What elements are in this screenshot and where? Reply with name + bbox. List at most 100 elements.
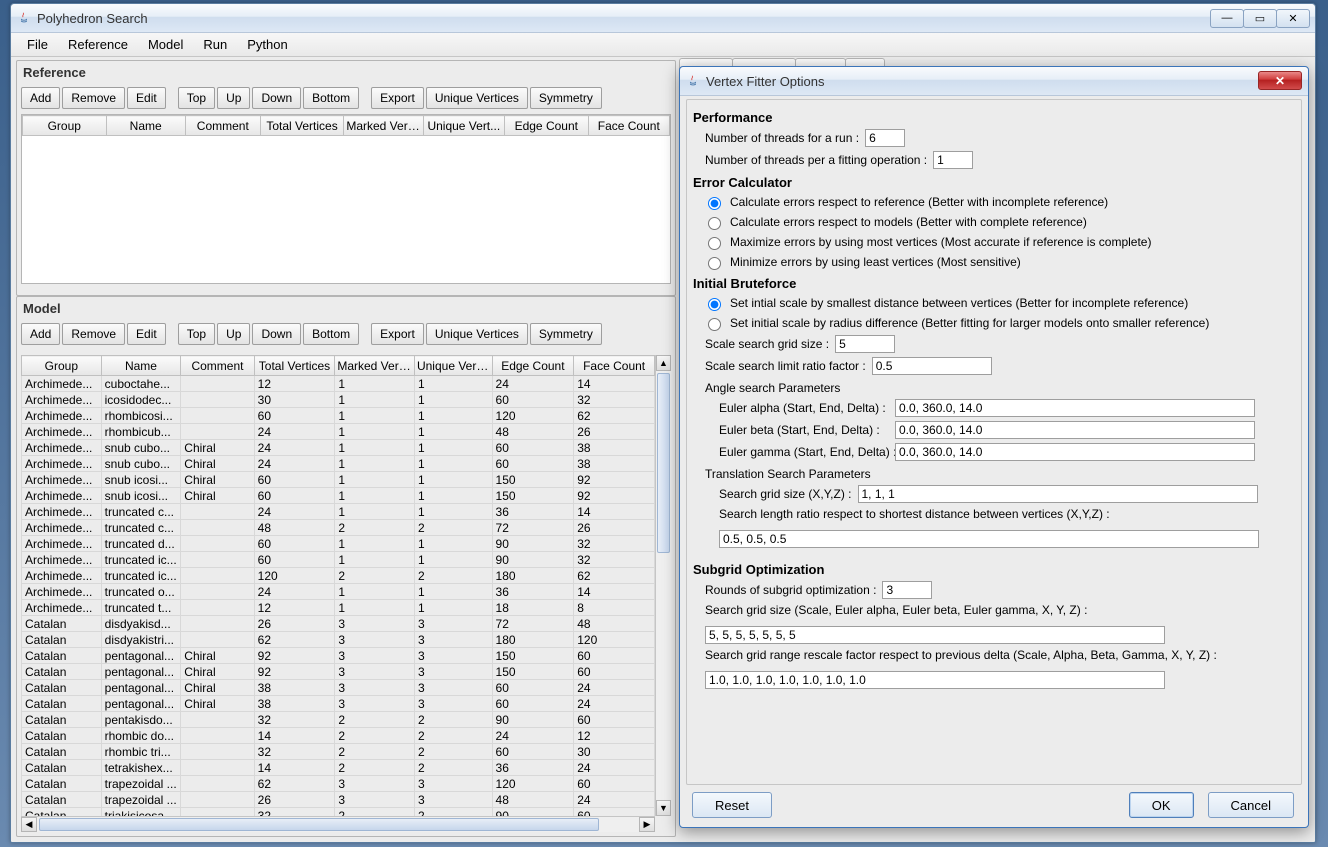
- column-header[interactable]: Total Vertices: [254, 356, 335, 376]
- euler-alpha-input[interactable]: [895, 399, 1255, 417]
- error-opt3-radio[interactable]: [708, 237, 721, 250]
- search-grid-xyz-input[interactable]: [858, 485, 1258, 503]
- table-row[interactable]: Catalanpentagonal...Chiral923315060: [22, 648, 655, 664]
- column-header[interactable]: Marked Vert...: [335, 356, 415, 376]
- export-button[interactable]: Export: [371, 323, 424, 345]
- ok-button[interactable]: OK: [1129, 792, 1194, 818]
- table-row[interactable]: Archimede...truncated ic...60119032: [22, 552, 655, 568]
- column-header[interactable]: Edge Count: [505, 116, 589, 136]
- table-row[interactable]: Archimede...truncated ic...1202218062: [22, 568, 655, 584]
- column-header[interactable]: Group: [22, 356, 102, 376]
- table-row[interactable]: Archimede...snub cubo...Chiral24116038: [22, 456, 655, 472]
- column-header[interactable]: Total Vertices: [260, 116, 344, 136]
- vscroll-thumb[interactable]: [657, 373, 670, 553]
- hscroll-thumb[interactable]: [39, 818, 599, 831]
- table-row[interactable]: Archimede...truncated d...60119032: [22, 536, 655, 552]
- scale-opt1-radio[interactable]: [708, 298, 721, 311]
- add-button[interactable]: Add: [21, 323, 60, 345]
- down-button[interactable]: Down: [252, 323, 301, 345]
- top-button[interactable]: Top: [178, 87, 215, 109]
- main-titlebar[interactable]: Polyhedron Search — ▭ ✕: [11, 4, 1315, 33]
- column-header[interactable]: Unique Vert...: [423, 116, 504, 136]
- column-header[interactable]: Marked Vert...: [344, 116, 423, 136]
- table-row[interactable]: Catalanpentagonal...Chiral38336024: [22, 680, 655, 696]
- minimize-button[interactable]: —: [1210, 9, 1244, 28]
- model-vscroll[interactable]: ▲ ▼: [655, 355, 671, 816]
- table-row[interactable]: Catalantriakisicosa...32229060: [22, 808, 655, 817]
- up-button[interactable]: Up: [217, 323, 250, 345]
- scroll-left-button[interactable]: ◀: [21, 817, 37, 832]
- table-row[interactable]: Archimede...rhombicosi...601112062: [22, 408, 655, 424]
- table-row[interactable]: Catalanpentagonal...Chiral38336024: [22, 696, 655, 712]
- down-button[interactable]: Down: [252, 87, 301, 109]
- symmetry-button[interactable]: Symmetry: [530, 323, 602, 345]
- dialog-close-button[interactable]: ✕: [1258, 71, 1302, 90]
- table-row[interactable]: Archimede...truncated t...1211188: [22, 600, 655, 616]
- subgrid-size-input[interactable]: [705, 626, 1165, 644]
- error-opt2-radio[interactable]: [708, 217, 721, 230]
- table-row[interactable]: Archimede...cuboctahe...12112414: [22, 376, 655, 392]
- column-header[interactable]: Edge Count: [492, 356, 574, 376]
- scale-opt2-radio[interactable]: [708, 318, 721, 331]
- error-opt4-radio[interactable]: [708, 257, 721, 270]
- bottom-button[interactable]: Bottom: [303, 323, 359, 345]
- menu-reference[interactable]: Reference: [58, 34, 138, 55]
- maximize-button[interactable]: ▭: [1243, 9, 1277, 28]
- table-row[interactable]: Catalantrapezoidal ...623312060: [22, 776, 655, 792]
- rounds-input[interactable]: [882, 581, 932, 599]
- table-row[interactable]: Archimede...truncated c...48227226: [22, 520, 655, 536]
- dialog-titlebar[interactable]: Vertex Fitter Options ✕: [680, 67, 1308, 96]
- scale-grid-input[interactable]: [835, 335, 895, 353]
- remove-button[interactable]: Remove: [62, 87, 125, 109]
- edit-button[interactable]: Edit: [127, 87, 166, 109]
- close-button[interactable]: ✕: [1276, 9, 1310, 28]
- menu-python[interactable]: Python: [237, 34, 297, 55]
- table-row[interactable]: Catalanpentakisdo...32229060: [22, 712, 655, 728]
- scroll-right-button[interactable]: ▶: [639, 817, 655, 832]
- up-button[interactable]: Up: [217, 87, 250, 109]
- scroll-down-button[interactable]: ▼: [656, 800, 671, 816]
- column-header[interactable]: Name: [106, 116, 185, 136]
- table-row[interactable]: Archimede...rhombicub...24114826: [22, 424, 655, 440]
- table-row[interactable]: Archimede...truncated o...24113614: [22, 584, 655, 600]
- reset-button[interactable]: Reset: [692, 792, 772, 818]
- unique-vertices-button[interactable]: Unique Vertices: [426, 323, 528, 345]
- table-row[interactable]: Catalandisdyakistri...6233180120: [22, 632, 655, 648]
- table-row[interactable]: Catalanpentagonal...Chiral923315060: [22, 664, 655, 680]
- cancel-button[interactable]: Cancel: [1208, 792, 1294, 818]
- table-row[interactable]: Archimede...truncated c...24113614: [22, 504, 655, 520]
- column-header[interactable]: Face Count: [574, 356, 655, 376]
- table-row[interactable]: Catalantetrakishex...14223624: [22, 760, 655, 776]
- table-row[interactable]: Catalanrhombic tri...32226030: [22, 744, 655, 760]
- table-row[interactable]: Archimede...snub icosi...Chiral601115092: [22, 488, 655, 504]
- export-button[interactable]: Export: [371, 87, 424, 109]
- top-button[interactable]: Top: [178, 323, 215, 345]
- menu-file[interactable]: File: [17, 34, 58, 55]
- column-header[interactable]: Comment: [181, 356, 254, 376]
- column-header[interactable]: Name: [101, 356, 181, 376]
- unique-vertices-button[interactable]: Unique Vertices: [426, 87, 528, 109]
- error-opt1-radio[interactable]: [708, 197, 721, 210]
- column-header[interactable]: Group: [23, 116, 107, 136]
- table-row[interactable]: Catalantrapezoidal ...26334824: [22, 792, 655, 808]
- column-header[interactable]: Face Count: [588, 116, 669, 136]
- add-button[interactable]: Add: [21, 87, 60, 109]
- menu-run[interactable]: Run: [193, 34, 237, 55]
- search-len-input[interactable]: [719, 530, 1259, 548]
- table-row[interactable]: Archimede...snub icosi...Chiral601115092: [22, 472, 655, 488]
- rescale-input[interactable]: [705, 671, 1165, 689]
- column-header[interactable]: Unique Vert...: [414, 356, 492, 376]
- symmetry-button[interactable]: Symmetry: [530, 87, 602, 109]
- threads-fit-input[interactable]: [933, 151, 973, 169]
- model-hscroll[interactable]: ◀ ▶: [21, 816, 655, 832]
- threads-run-input[interactable]: [865, 129, 905, 147]
- edit-button[interactable]: Edit: [127, 323, 166, 345]
- scroll-up-button[interactable]: ▲: [656, 355, 671, 371]
- menu-model[interactable]: Model: [138, 34, 193, 55]
- euler-beta-input[interactable]: [895, 421, 1255, 439]
- column-header[interactable]: Comment: [185, 116, 260, 136]
- table-row[interactable]: Archimede...icosidodec...30116032: [22, 392, 655, 408]
- remove-button[interactable]: Remove: [62, 323, 125, 345]
- bottom-button[interactable]: Bottom: [303, 87, 359, 109]
- limit-ratio-input[interactable]: [872, 357, 992, 375]
